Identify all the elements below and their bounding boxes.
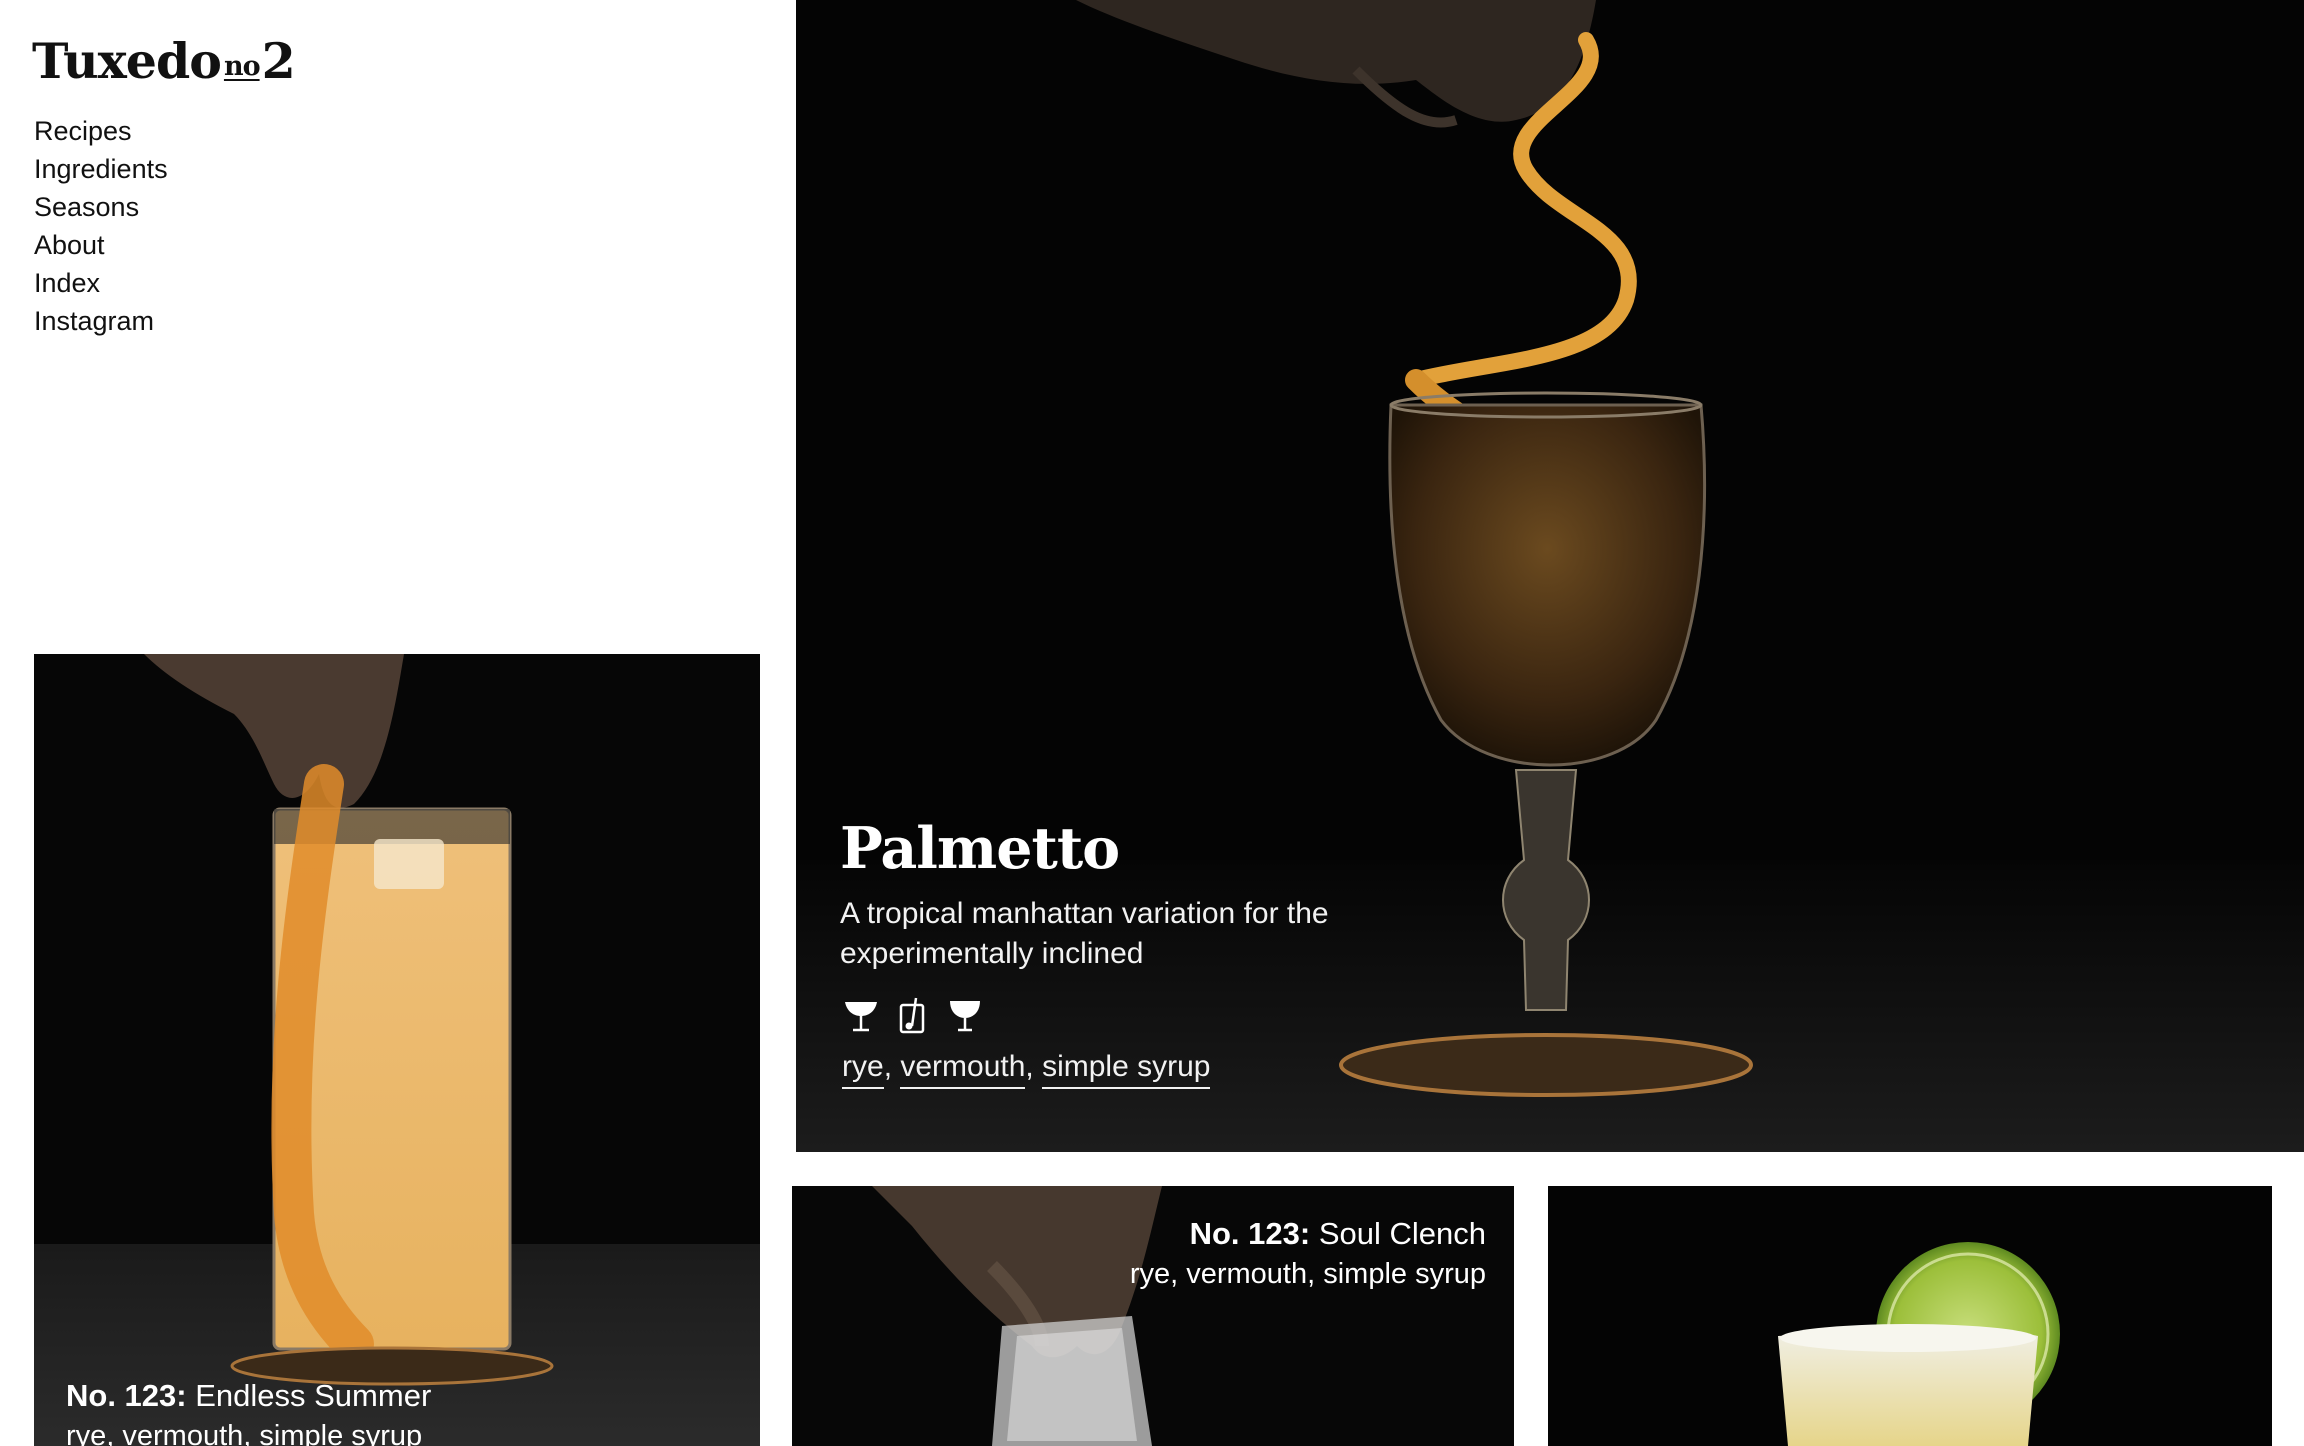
logo-name: Tuxedo — [32, 32, 222, 90]
site-logo[interactable]: Tuxedo no2 — [32, 30, 296, 92]
glassware-icons — [842, 996, 984, 1034]
tag-simple-syrup[interactable]: simple syrup — [1042, 1050, 1211, 1089]
nav-recipes[interactable]: Recipes — [34, 112, 168, 150]
hero-description: A tropical manhattan variation for the e… — [840, 897, 1329, 970]
card-ingredients: rye, vermouth, simple syrup — [66, 1420, 423, 1446]
recipe-card-soul-clench[interactable]: No. 123: Soul Clench rye, vermouth, simp… — [792, 1186, 1514, 1446]
nav-ingredients[interactable]: Ingredients — [34, 150, 168, 188]
card-caption: No. 123: Soul Clench rye, vermouth, simp… — [1130, 1214, 1486, 1294]
recipe-card-endless-summer[interactable]: No. 123: Endless Summer rye, vermouth, s… — [34, 654, 760, 1446]
tag-rye[interactable]: rye — [842, 1050, 884, 1089]
endless-summer-image — [34, 654, 760, 1446]
card-name: Soul Clench — [1318, 1216, 1486, 1251]
recipe-card-lime[interactable] — [1548, 1186, 2272, 1446]
hero-cocktail-image — [796, 0, 2304, 1152]
nav-instagram[interactable]: Instagram — [34, 302, 168, 340]
coupe-glass-icon — [842, 996, 880, 1034]
lime-cocktail-image — [1548, 1186, 2272, 1446]
hero-photo[interactable] — [796, 0, 2304, 1152]
hero-title[interactable]: Palmetto — [840, 814, 1120, 884]
main-nav: Recipes Ingredients Seasons About Index … — [34, 112, 168, 340]
nick-and-nora-glass-icon — [946, 996, 984, 1034]
nav-seasons[interactable]: Seasons — [34, 188, 168, 226]
card-caption: No. 123: Endless Summer rye, vermouth, s… — [66, 1376, 431, 1446]
card-name: Endless Summer — [195, 1378, 432, 1413]
logo-number: 2 — [261, 32, 296, 90]
hero-ingredient-tags: rye, vermouth, simple syrup — [842, 1050, 1211, 1089]
card-ingredients: rye, vermouth, simple syrup — [1129, 1258, 1486, 1290]
mixing-glass-icon — [894, 996, 932, 1034]
card-number: No. 123: — [66, 1378, 187, 1413]
nav-about[interactable]: About — [34, 226, 168, 264]
nav-index[interactable]: Index — [34, 264, 168, 302]
tag-vermouth[interactable]: vermouth — [900, 1050, 1026, 1089]
card-number: No. 123: — [1189, 1216, 1311, 1251]
logo-no: no — [223, 51, 261, 82]
